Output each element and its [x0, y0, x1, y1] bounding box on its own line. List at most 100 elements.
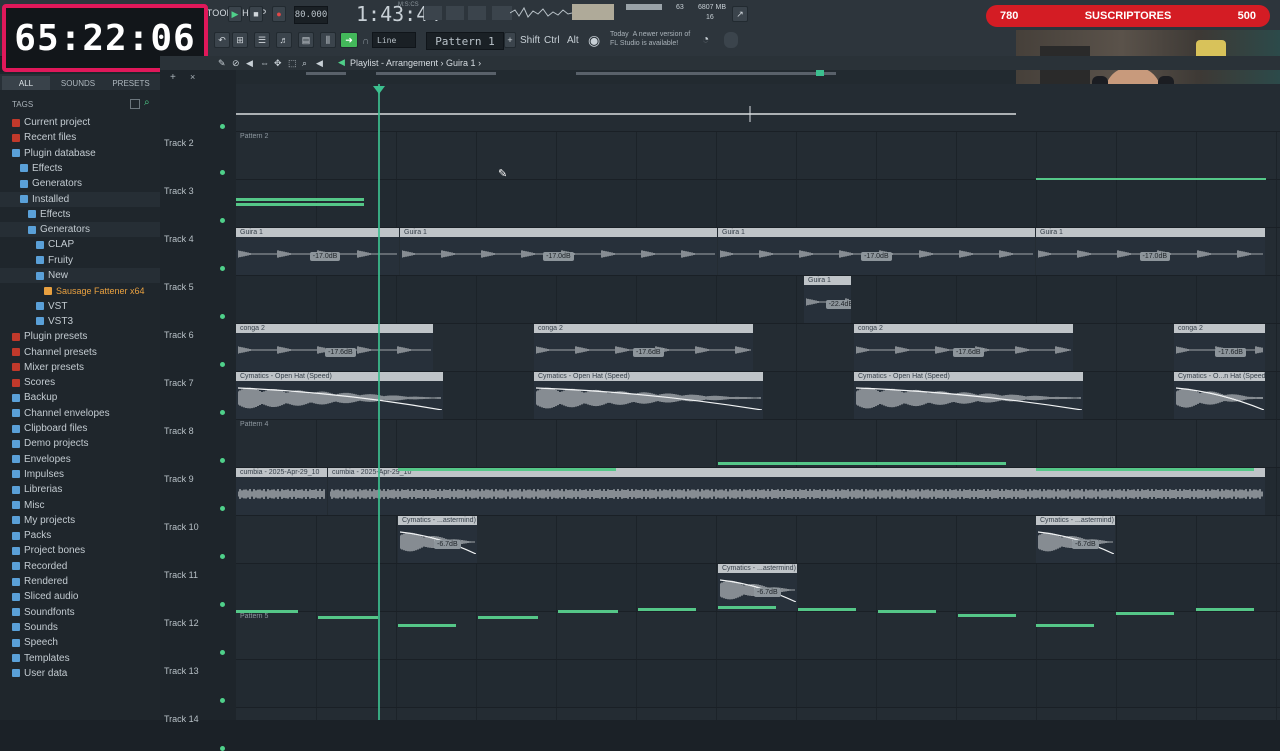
track-enable-led[interactable] [220, 266, 225, 271]
browser-item[interactable]: Recorded [0, 559, 172, 574]
track-name[interactable]: Track 10 [164, 522, 199, 532]
audio-clip[interactable]: Guira 1 -17.0dB [1036, 228, 1265, 275]
track-enable-led[interactable] [220, 218, 225, 223]
track-enable-led[interactable] [220, 362, 225, 367]
playhead-marker[interactable] [373, 86, 385, 94]
playlist-title[interactable]: Playlist - Arrangement › Guira 1 › [350, 58, 481, 68]
track-enable-led[interactable] [220, 698, 225, 703]
audio-clip[interactable]: conga 2 -17.6dB [1174, 324, 1265, 371]
metronome-icon[interactable] [492, 6, 512, 20]
browser-item[interactable]: Plugin presets [0, 329, 172, 344]
browser-item[interactable]: Templates [0, 651, 172, 666]
track-lane[interactable] [236, 708, 1280, 720]
browser-item[interactable]: Backup [0, 390, 172, 405]
track-name[interactable]: Track 6 [164, 330, 194, 340]
tab-sounds[interactable]: SOUNDS [54, 76, 102, 90]
track-enable-led[interactable] [220, 124, 225, 129]
browser-item[interactable]: Misc [0, 498, 172, 513]
play-icon[interactable]: ▶ [228, 6, 242, 22]
add-track-icon[interactable]: + [170, 72, 176, 83]
pattern-clip[interactable]: Pattern 5 [236, 612, 1265, 659]
audio-clip[interactable]: Cymatics - ...astermind) -6.7dB [718, 564, 797, 611]
search-icon[interactable]: ⌕ [144, 98, 154, 108]
timeline-ruler[interactable] [236, 70, 1016, 84]
browser-item[interactable]: Soundfonts [0, 605, 172, 620]
pan-tool-icon[interactable]: ✥ [274, 58, 284, 68]
browser-item[interactable]: Channel presets [0, 345, 172, 360]
browser-item[interactable]: Recent files [0, 130, 172, 145]
browser-item[interactable]: Clipboard files [0, 421, 172, 436]
track-lane[interactable] [236, 132, 1280, 180]
playback-tool-icon[interactable]: ◀ [316, 58, 326, 68]
pattern-clip[interactable]: Pattern 2 [236, 132, 375, 179]
track-lane[interactable] [236, 180, 1280, 228]
slip-tool-icon[interactable]: ⇔ [260, 58, 270, 68]
track-name[interactable]: Track 13 [164, 666, 199, 676]
speaker-icon[interactable]: ◀ [246, 58, 256, 68]
track-name[interactable]: Track 4 [164, 234, 194, 244]
browser-item[interactable]: Envelopes [0, 452, 172, 467]
track-enable-led[interactable] [220, 602, 225, 607]
magnet-icon[interactable]: ∩ [362, 36, 372, 47]
download-icon[interactable]: ↗ [732, 6, 748, 22]
audio-clip[interactable]: Guira 1 -17.0dB [718, 228, 1035, 275]
audio-clip[interactable]: Cymatics - Open Hat (Speed) [854, 372, 1083, 419]
select-tool-icon[interactable]: ⬚ [288, 58, 298, 68]
fl-logo-icon[interactable] [724, 32, 738, 48]
track-enable-led[interactable] [220, 650, 225, 655]
browser-item[interactable]: Mixer presets [0, 360, 172, 375]
audio-clip[interactable]: cumbia - 2025-Apr-29_10 [328, 468, 1265, 515]
audio-clip[interactable]: conga 2 -17.6dB [854, 324, 1073, 371]
track-name[interactable]: Track 9 [164, 474, 194, 484]
track-enable-led[interactable] [220, 458, 225, 463]
browser-item[interactable]: Current project [0, 115, 172, 130]
track-name[interactable]: Track 11 [164, 570, 198, 580]
typing-keyboard-icon[interactable] [424, 6, 442, 20]
audio-clip[interactable]: Cymatics - Open Hat (Speed) [236, 372, 443, 419]
browser-item[interactable]: My projects [0, 513, 172, 528]
browser-item[interactable]: Channel envelopes [0, 406, 172, 421]
browser-item[interactable]: Librerias [0, 482, 172, 497]
audio-clip[interactable]: Cymatics - Open Hat (Speed) [534, 372, 763, 419]
snap-select[interactable]: Line [372, 32, 416, 48]
mute-tool-icon[interactable]: ⊘ [232, 58, 242, 68]
audio-clip[interactable]: Guira 1 -22.4dB [804, 276, 851, 323]
track-enable-led[interactable] [220, 170, 225, 175]
browser-item[interactable]: Installed [0, 191, 180, 207]
audio-clip[interactable]: Cymatics - O...n Hat (Speed) [1174, 372, 1265, 419]
browser-item[interactable]: Packs [0, 528, 172, 543]
undo-icon[interactable]: ↶ [214, 32, 230, 48]
browser-item[interactable]: Impulses [0, 467, 172, 482]
browser-item[interactable]: Sliced audio [0, 589, 172, 604]
tempo-display[interactable]: 80.000 [294, 6, 328, 24]
track-enable-led[interactable] [220, 410, 225, 415]
stop-icon[interactable]: ■ [249, 6, 263, 22]
track-name[interactable]: Track 3 [164, 186, 194, 196]
track-name[interactable]: Track 2 [164, 138, 194, 148]
playlist-grid[interactable]: Pattern 2 Guira 1 -17.0dB Guira 1 -17.0dB Gui… [236, 84, 1280, 720]
tab-presets[interactable]: PRESETS [106, 76, 156, 90]
track-enable-led[interactable] [220, 746, 225, 751]
piano-roll-icon[interactable]: ♬ [276, 32, 292, 48]
browser-item[interactable]: Speech [0, 635, 172, 650]
step-edit-icon[interactable] [446, 6, 464, 20]
news-panel[interactable]: Today A newer version of FL Studio is av… [610, 30, 690, 48]
browser-item[interactable]: Generators [0, 176, 180, 191]
add-pattern-button[interactable]: + [504, 32, 516, 48]
browser-item[interactable]: Effects [0, 161, 180, 176]
browser-item[interactable]: User data [0, 666, 172, 681]
snap-icon[interactable]: ⊞ [232, 32, 248, 48]
track-enable-led[interactable] [220, 506, 225, 511]
news-icon[interactable]: ◉ [588, 32, 600, 49]
track-enable-led[interactable] [220, 554, 225, 559]
update-icon[interactable]: ◔ [702, 32, 709, 46]
shift-key-button[interactable]: Shift [520, 35, 540, 46]
audio-clip[interactable]: Cymatics - ...astermind) -6.7dB [398, 516, 477, 563]
audio-clip[interactable]: conga 2 -17.6dB [236, 324, 433, 371]
alt-key-button[interactable]: Alt [567, 35, 579, 46]
audio-clip[interactable]: conga 2 -17.6dB [534, 324, 753, 371]
track-name[interactable]: Track 12 [164, 618, 199, 628]
close-icon[interactable]: × [190, 72, 195, 82]
mixer-icon[interactable]: ⫼ [320, 32, 336, 48]
track-name[interactable]: Track 5 [164, 282, 194, 292]
